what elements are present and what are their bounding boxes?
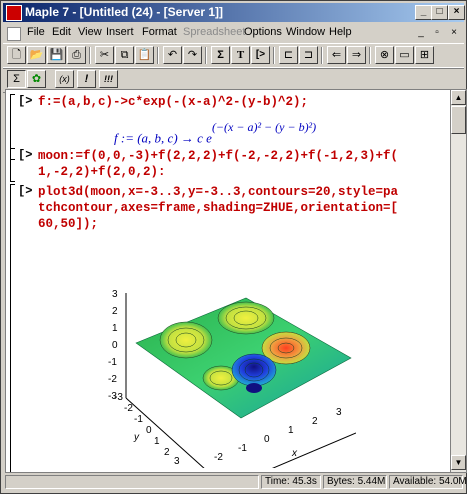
- open-icon[interactable]: 📂: [27, 46, 46, 64]
- execution-group-bracket[interactable]: [10, 148, 15, 182]
- maple-leaf-icon[interactable]: ✿: [27, 70, 46, 88]
- execute-all-icon[interactable]: !!!: [99, 70, 118, 88]
- menu-view[interactable]: View: [78, 26, 102, 38]
- insert-prompt-icon[interactable]: [>: [251, 46, 270, 64]
- title-bar[interactable]: Maple 7 - [Untitled (24) - [Server 1]] _…: [3, 3, 465, 22]
- y-tick-label: 2: [164, 447, 170, 458]
- x-tick-label: 1: [288, 425, 294, 436]
- scroll-up-icon[interactable]: ▲: [451, 90, 466, 105]
- y-tick-label: 3: [174, 456, 180, 467]
- menu-bar: File Edit View Insert Format Spreadsheet…: [3, 24, 464, 42]
- z-tick-label: -1: [108, 357, 117, 368]
- status-available: Available: 54.0M: [389, 475, 467, 489]
- vertical-scrollbar[interactable]: ▲ ▼: [450, 89, 467, 473]
- scroll-down-icon[interactable]: ▼: [451, 455, 466, 470]
- expression-toggle-icon[interactable]: (x): [55, 70, 74, 88]
- x-axis-label: x: [292, 448, 297, 459]
- x-tick-label: 3: [336, 407, 342, 418]
- print-icon[interactable]: ⎙: [67, 46, 86, 64]
- x-tick-label: -1: [238, 443, 247, 454]
- pit-bottom: [246, 383, 262, 393]
- menu-spreadsheet[interactable]: Spreadsheet: [183, 26, 245, 38]
- paste-icon[interactable]: 📋: [135, 46, 154, 64]
- window-title: Maple 7 - [Untitled (24) - [Server 1]]: [25, 5, 224, 19]
- doc-close-button[interactable]: ×: [448, 27, 460, 39]
- menu-format[interactable]: Format: [142, 26, 177, 38]
- scroll-thumb[interactable]: [451, 106, 466, 134]
- status-time: Time: 45.3s: [261, 475, 321, 489]
- execution-group-bracket[interactable]: [10, 184, 15, 472]
- menu-insert[interactable]: Insert: [106, 26, 134, 38]
- surface-plot[interactable]: 3 2 1 0 -1 -2 -3: [106, 288, 356, 468]
- cut-icon[interactable]: ✂: [95, 46, 114, 64]
- back-icon[interactable]: ⇐: [327, 46, 346, 64]
- command-input[interactable]: moon:=f(0,0,-3)+f(2,2,2)+f(-2,-2,2)+f(-1…: [38, 148, 398, 180]
- maximize-button[interactable]: □: [431, 5, 448, 20]
- doc-minimize-button[interactable]: _: [415, 27, 427, 39]
- y-tick-label: -2: [124, 403, 133, 414]
- menu-help[interactable]: Help: [329, 26, 352, 38]
- y-tick-label: 0: [146, 425, 152, 436]
- status-bar: Time: 45.3s Bytes: 5.44M Available: 54.0…: [3, 473, 467, 491]
- menu-edit[interactable]: Edit: [52, 26, 71, 38]
- copy-icon[interactable]: ⧉: [115, 46, 134, 64]
- stop-icon[interactable]: ⊗: [375, 46, 394, 64]
- output-exponent: (−(x − a)² − (y − b)²): [211, 120, 317, 134]
- prompt-marker: [>: [18, 148, 33, 162]
- main-toolbar: 🗋 📂 💾 ⎙ ✂ ⧉ 📋 ↶ ↷ Σ T [> ⊏ ⊐ ⇐ ⇒ ⊗ ▭ ⊞: [3, 43, 464, 69]
- x-tick-label: -2: [214, 452, 223, 463]
- x-tick-label: 0: [264, 434, 270, 445]
- execute-icon[interactable]: !: [77, 70, 96, 88]
- text-mode-icon[interactable]: Σ: [211, 46, 230, 64]
- maple-app-icon[interactable]: [6, 5, 22, 21]
- maple-window: Maple 7 - [Untitled (24) - [Server 1]] _…: [0, 0, 467, 494]
- restart-icon[interactable]: ▭: [395, 46, 414, 64]
- z-tick-label: 1: [112, 323, 118, 334]
- status-message: [5, 475, 259, 489]
- new-icon[interactable]: 🗋: [7, 46, 26, 64]
- menu-window[interactable]: Window: [286, 26, 325, 38]
- close-button[interactable]: ×: [448, 5, 465, 20]
- redo-icon[interactable]: ↷: [183, 46, 202, 64]
- z-tick-label: 0: [112, 340, 118, 351]
- z-tick-label: 2: [112, 306, 118, 317]
- worksheet[interactable]: [> f:=(a,b,c)->c*exp(-(x-a)^2-(y-b)^2); …: [5, 89, 451, 473]
- math-text-icon[interactable]: T: [231, 46, 250, 64]
- save-icon[interactable]: 💾: [47, 46, 66, 64]
- y-tick-label: 1: [154, 436, 160, 447]
- y-axis-label: y: [134, 432, 139, 443]
- x-tick-label: 2: [312, 416, 318, 427]
- undo-icon[interactable]: ↶: [163, 46, 182, 64]
- menu-options[interactable]: Options: [244, 26, 282, 38]
- command-input[interactable]: plot3d(moon,x=-3..3,y=-3..3,contours=20,…: [38, 184, 398, 232]
- output-lhs: f := (a, b, c) → c e: [114, 130, 212, 146]
- ungroup-icon[interactable]: ⊐: [299, 46, 318, 64]
- z-tick-label: 3: [112, 289, 118, 300]
- menu-file[interactable]: File: [27, 26, 45, 38]
- z-tick-label: -2: [108, 374, 117, 385]
- doc-restore-button[interactable]: ▫: [431, 27, 443, 39]
- output-expression: f := (a, b, c) → c e(−(x − a)² − (y − b)…: [114, 120, 316, 146]
- prompt-marker: [>: [18, 94, 33, 108]
- group-icon[interactable]: ⊏: [279, 46, 298, 64]
- prompt-marker: [>: [18, 184, 33, 198]
- zoom-icon[interactable]: ⊞: [415, 46, 434, 64]
- y-tick-label: -3: [114, 392, 123, 403]
- y-tick-label: -1: [134, 414, 143, 425]
- document-icon[interactable]: [7, 27, 21, 41]
- forward-icon[interactable]: ⇒: [347, 46, 366, 64]
- status-bytes: Bytes: 5.44M: [323, 475, 387, 489]
- minimize-button[interactable]: _: [415, 5, 432, 20]
- command-input[interactable]: f:=(a,b,c)->c*exp(-(x-a)^2-(y-b)^2);: [38, 94, 308, 110]
- symbol-mode-icon[interactable]: Σ: [7, 70, 26, 88]
